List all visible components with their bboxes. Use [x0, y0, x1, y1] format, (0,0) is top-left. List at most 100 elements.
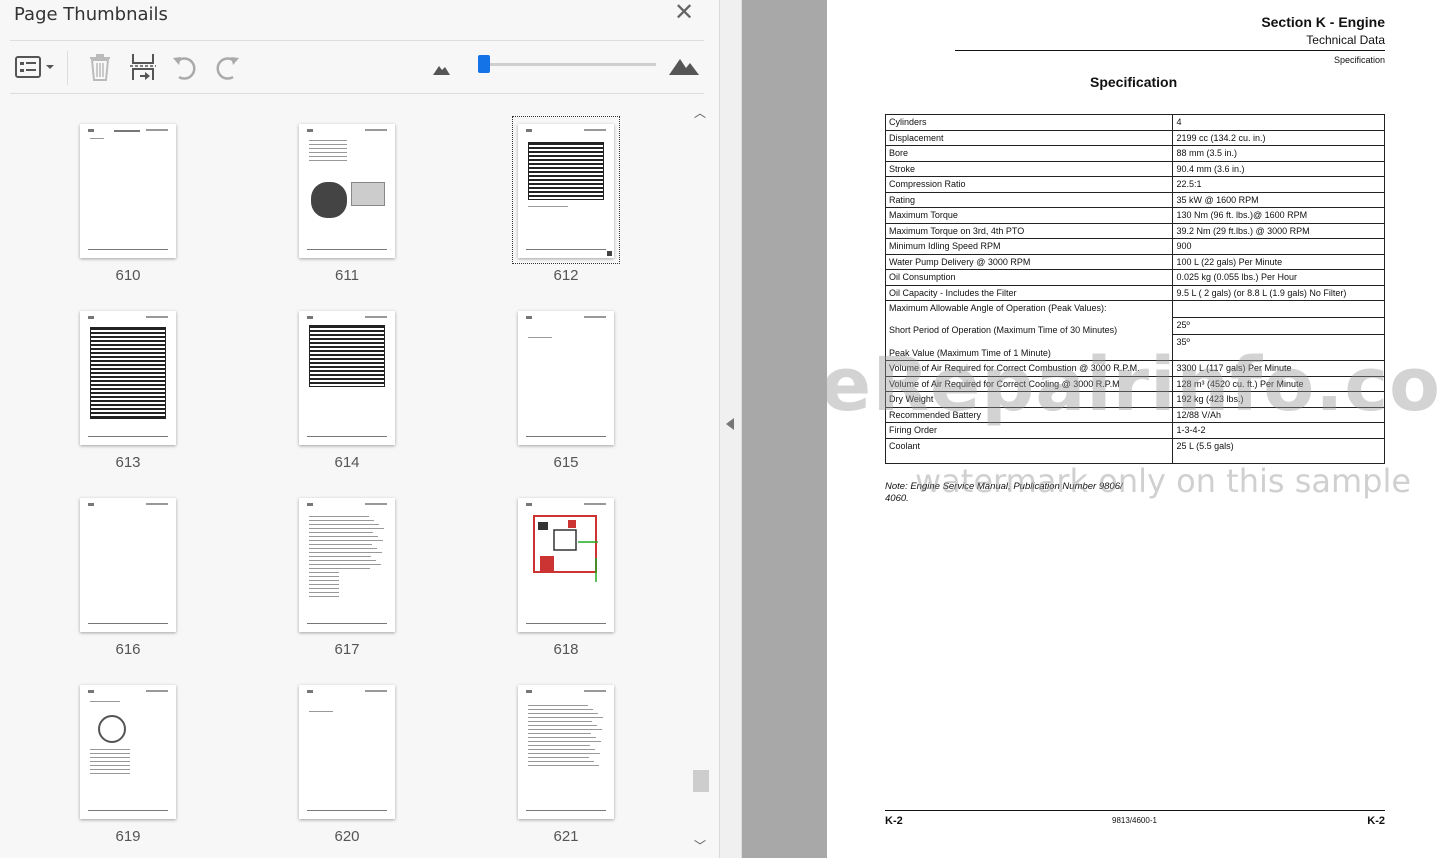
thumbnail-page[interactable] [299, 311, 395, 445]
thumbnail-page[interactable] [80, 311, 176, 445]
spec-label: Maximum Torque [884, 207, 1174, 224]
spec-label: Cylinders [884, 114, 1174, 131]
thumbnail-page[interactable] [80, 124, 176, 258]
spec-row: Displacement 2199 cc (134.2 cu. in.) [884, 129, 1385, 146]
thumbnail-615[interactable]: 615 [518, 311, 658, 481]
thumb-footer [307, 810, 387, 811]
watermark: eRepairinfo.com [827, 342, 1438, 428]
spec-value: 90.4 mm (3.6 in.) [1172, 160, 1385, 177]
thumbnail-page-number: 619 [115, 828, 141, 845]
angle-value-1 [1172, 300, 1385, 318]
spec-label: Rating [884, 191, 1174, 208]
spec-row: Minimum Idling Speed RPM 900 [884, 238, 1385, 255]
thumb-header [307, 690, 387, 695]
thumb-text-lines [309, 568, 385, 600]
zoom-slider-track[interactable] [480, 63, 656, 66]
thumbnail-page-number: 618 [553, 641, 579, 658]
spec-value: 39.2 Nm (29 ft.lbs.) @ 3000 RPM [1172, 222, 1385, 239]
scrollbar-thumb[interactable] [693, 770, 709, 792]
footer-page-left: K-2 [885, 815, 903, 827]
thumbnail-toolbar [10, 40, 704, 94]
spec-row: Bore 88 mm (3.5 in.) [884, 145, 1385, 162]
thumb-text-lines [528, 337, 604, 341]
thumbnail-page[interactable] [299, 124, 395, 258]
thumb-text-lines [90, 749, 166, 777]
thumbnail-page[interactable] [299, 498, 395, 632]
thumb-header [88, 690, 168, 695]
thumbnail-page[interactable] [518, 311, 614, 445]
spec-label: Bore [884, 145, 1174, 162]
thumbnail-page-number: 615 [553, 454, 579, 471]
thumb-footer [526, 623, 606, 624]
thumb-footer [307, 436, 387, 437]
thumb-title [114, 130, 140, 132]
thumbnail-617[interactable]: 617 [299, 498, 439, 668]
thumbnail-621[interactable]: 621 [518, 685, 658, 855]
thumb-footer [88, 810, 168, 811]
thumbnail-page[interactable] [518, 498, 614, 632]
spec-value: 22.5:1 [1172, 176, 1385, 193]
zoom-slider-handle[interactable] [478, 55, 490, 73]
document-page: Section K - Engine Technical Data Specif… [827, 0, 1438, 858]
thumbnail-618[interactable]: 618 [518, 498, 658, 668]
rotate-counterclockwise-icon[interactable] [170, 51, 200, 83]
thumbnail-page-number: 610 [115, 267, 141, 284]
header-rule [955, 50, 1385, 51]
spec-value: 900 [1172, 238, 1385, 255]
page-thumbnails-panel: Page Thumbnails ✕ 610 611 612 613 614 61… [0, 0, 720, 858]
thumb-footer [307, 623, 387, 624]
thumb-table [528, 142, 604, 200]
rotate-clockwise-icon[interactable] [212, 51, 242, 83]
thumb-text-lines [309, 711, 385, 715]
thumb-table [309, 325, 385, 387]
thumbnail-page-number: 616 [115, 641, 141, 658]
spec-row: Oil Capacity - Includes the Filter 9.5 L … [884, 284, 1385, 301]
thumbnail-page[interactable] [80, 498, 176, 632]
spec-label: Oil Consumption [884, 269, 1174, 286]
spec-row: Oil Consumption 0.025 kg (0.055 lbs.) Per… [884, 269, 1385, 286]
thumbnail-612[interactable]: 612 [512, 116, 658, 294]
thumbnail-620[interactable]: 620 [299, 685, 439, 855]
thumbnail-options-icon[interactable] [14, 51, 58, 83]
thumbnail-611[interactable]: 611 [299, 124, 439, 294]
footer-rule [885, 810, 1385, 811]
thumb-footer [307, 249, 387, 250]
section-subtitle: Technical Data [1306, 33, 1385, 47]
spec-label: Stroke [884, 160, 1174, 177]
thumbnail-scrollbar[interactable]: ︿ ﹀ [692, 100, 710, 858]
mountain-small-icon[interactable] [430, 51, 452, 83]
panel-collapse-strip[interactable] [720, 0, 742, 858]
spec-label: Coolant [884, 437, 1174, 464]
thumb-diagram [533, 515, 598, 582]
thumbnail-616[interactable]: 616 [80, 498, 220, 668]
scroll-up-icon[interactable]: ︿ [694, 104, 706, 121]
spec-row: Water Pump Delivery @ 3000 RPM 100 L (22 … [884, 253, 1385, 270]
thumbnail-614[interactable]: 614 [299, 311, 439, 481]
thumb-text-lines [309, 516, 385, 572]
spec-label: Minimum Idling Speed RPM [884, 238, 1174, 255]
panel-title: Page Thumbnails [14, 4, 168, 25]
thumb-footer [526, 436, 606, 437]
thumb-footer [526, 249, 606, 250]
watermark-sub: watermark only on this sample [915, 462, 1412, 500]
mountain-large-icon[interactable] [668, 51, 700, 83]
extract-pages-icon[interactable] [128, 51, 158, 83]
thumbnail-page[interactable] [518, 685, 614, 819]
thumbnail-613[interactable]: 613 [80, 311, 220, 481]
thumbnail-page[interactable] [299, 685, 395, 819]
thumb-header [88, 503, 168, 508]
spec-value: 88 mm (3.5 in.) [1172, 145, 1385, 162]
thumbnail-page[interactable] [518, 124, 614, 258]
trash-icon[interactable] [86, 51, 114, 83]
thumbnail-619[interactable]: 619 [80, 685, 220, 855]
footer-publication: 9813/4600-1 [1112, 816, 1157, 825]
close-icon[interactable]: ✕ [672, 1, 696, 25]
thumb-footer [88, 436, 168, 437]
thumb-header [526, 316, 606, 321]
collapse-arrow-icon[interactable] [726, 418, 734, 430]
scroll-down-icon[interactable]: ﹀ [694, 837, 706, 854]
thumbnail-610[interactable]: 610 [80, 124, 220, 294]
section-title: Section K - Engine [1261, 14, 1385, 30]
thumbnail-page[interactable] [80, 685, 176, 819]
thumb-header [307, 316, 387, 321]
